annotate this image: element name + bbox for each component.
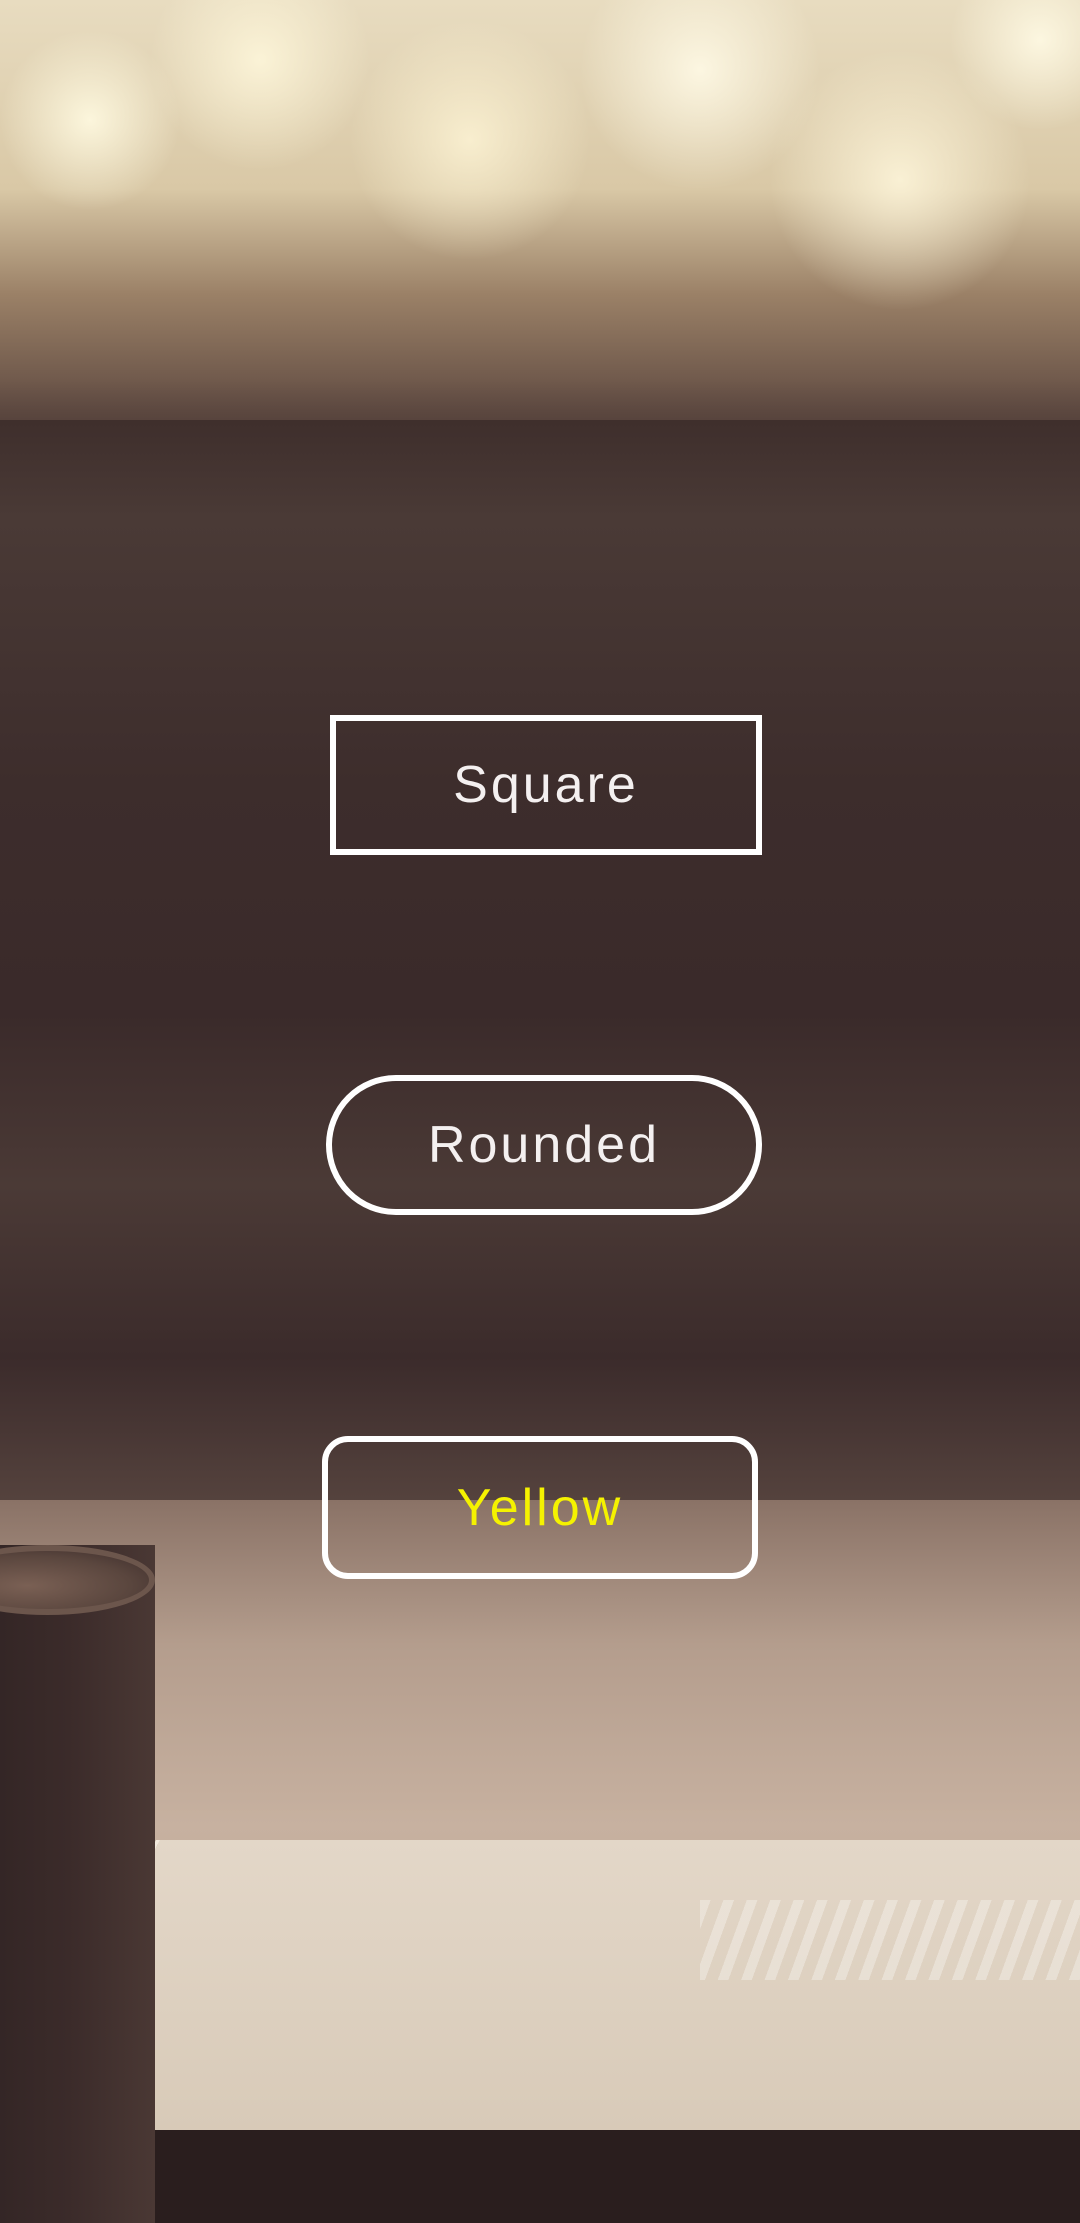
yellow-button[interactable]: Yellow xyxy=(322,1436,758,1579)
yellow-button-label: Yellow xyxy=(456,1478,624,1537)
book-edge xyxy=(150,2130,1080,2223)
bokeh-lights xyxy=(0,0,1080,420)
rounded-button[interactable]: Rounded xyxy=(326,1075,762,1215)
book-title-embossing xyxy=(700,1900,1080,1980)
square-button[interactable]: Square xyxy=(330,715,762,855)
dark-wall xyxy=(0,380,1080,1530)
coffee-mug xyxy=(0,1545,155,2223)
square-button-label: Square xyxy=(453,756,639,814)
rounded-button-label: Rounded xyxy=(427,1116,661,1174)
